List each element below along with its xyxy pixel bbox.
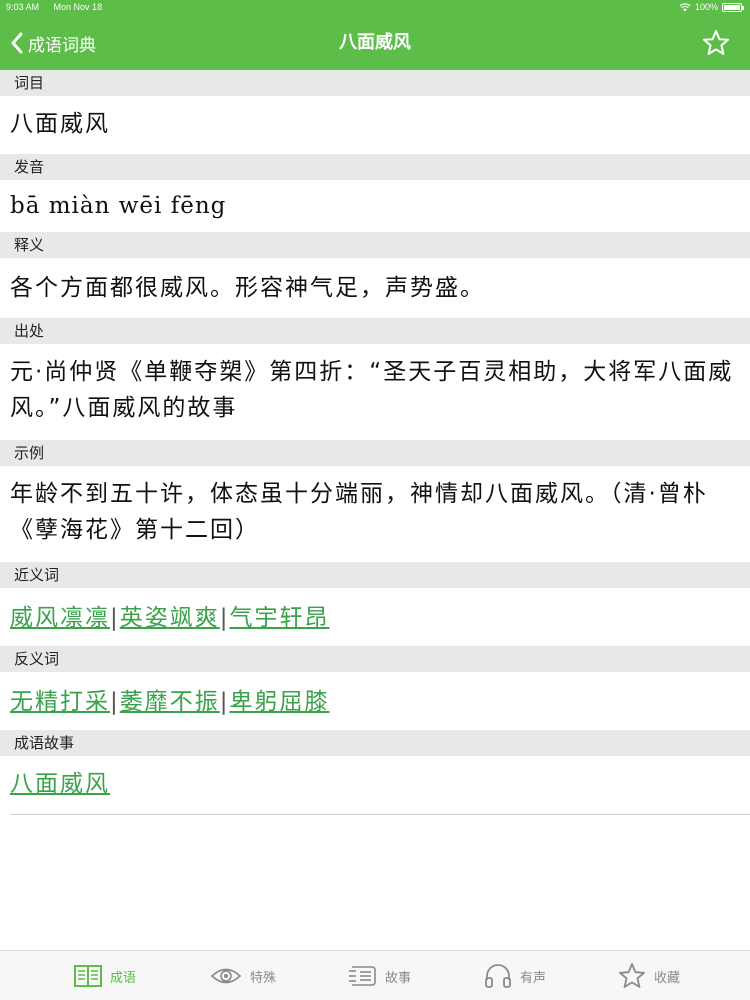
separator: | — [110, 605, 120, 631]
antonym-link[interactable]: 萎靡不振 — [120, 689, 220, 715]
separator: | — [219, 689, 230, 715]
favorite-button[interactable] — [702, 29, 730, 61]
back-button[interactable]: 成语词典 — [10, 16, 96, 70]
eye-icon — [210, 968, 242, 984]
source-text: 元·尚仲贤《单鞭夺槊》第四折：“圣天子百灵相助，大将军八面威风。”八面威风的故事 — [10, 359, 734, 421]
tab-label: 故事 — [384, 970, 411, 986]
story-link[interactable]: 八面威风 — [10, 771, 110, 797]
chevron-left-icon — [11, 32, 23, 54]
tab-bar: 成语 特殊 故事 有声 收藏 — [0, 950, 750, 1000]
nav-bar: 成语词典 八面威风 — [0, 16, 750, 70]
idiom-detail: 词目 八面威风 发音 bā miàn wēi fēng 释义 各个方面都很威风。… — [0, 70, 750, 815]
section-heading-source: 出处 — [0, 318, 750, 344]
pinyin-text: bā miàn wēi fēng — [10, 193, 227, 219]
tab-audio[interactable]: 有声 — [440, 951, 590, 1000]
back-label: 成语词典 — [28, 35, 96, 56]
section-heading-pinyin: 发音 — [0, 154, 750, 180]
status-time: 9:03 AM — [6, 2, 40, 12]
section-heading-example: 示例 — [0, 440, 750, 466]
tab-label: 成语 — [109, 970, 136, 986]
separator: | — [219, 605, 230, 631]
synonym-link[interactable]: 英姿飒爽 — [120, 605, 220, 631]
tab-favorites[interactable]: 收藏 — [574, 951, 724, 1000]
divider — [10, 814, 750, 815]
book-icon — [73, 965, 102, 987]
tab-label: 特殊 — [249, 970, 276, 986]
tab-idioms[interactable]: 成语 — [30, 951, 180, 1000]
tab-stories[interactable]: 故事 — [304, 951, 454, 1000]
battery-icon — [722, 2, 744, 12]
synonym-link[interactable]: 气宇轩昂 — [230, 605, 330, 631]
section-heading-term: 词目 — [0, 70, 750, 96]
headphones-icon — [485, 964, 511, 988]
meaning-text: 各个方面都很威风。形容神气足，声势盛。 — [10, 275, 485, 301]
separator: | — [110, 689, 120, 715]
star-icon — [619, 963, 645, 988]
section-heading-antonyms: 反义词 — [0, 646, 750, 672]
example-text: 年龄不到五十许，体态虽十分端丽，神情却八面威风。（清·曾朴《孽海花》第十二回） — [10, 481, 708, 543]
tab-label: 有声 — [519, 970, 546, 986]
wifi-icon — [679, 2, 691, 11]
page-title: 八面威风 — [339, 32, 411, 53]
antonym-link[interactable]: 无精打采 — [10, 689, 110, 715]
section-heading-story: 成语故事 — [0, 730, 750, 756]
status-date: Mon Nov 18 — [53, 2, 103, 12]
section-heading-synonyms: 近义词 — [0, 562, 750, 588]
synonym-link[interactable]: 威风凛凛 — [10, 605, 110, 631]
synonym-list: 威风凛凛|英姿飒爽|气宇轩昂 — [0, 588, 750, 646]
star-outline-icon — [703, 30, 729, 55]
list-icon — [348, 966, 376, 986]
tab-label: 收藏 — [653, 970, 680, 986]
antonym-link[interactable]: 卑躬屈膝 — [230, 689, 330, 715]
battery-percent: 100% — [694, 2, 718, 12]
section-heading-meaning: 释义 — [0, 232, 750, 258]
term-text: 八面威风 — [10, 111, 110, 137]
antonym-list: 无精打采|萎靡不振|卑躬屈膝 — [0, 672, 750, 730]
status-bar: 9:03 AM Mon Nov 18 100% — [0, 0, 750, 16]
tab-special[interactable]: 特殊 — [168, 951, 318, 1000]
story-body: 八面威风 — [0, 756, 750, 814]
